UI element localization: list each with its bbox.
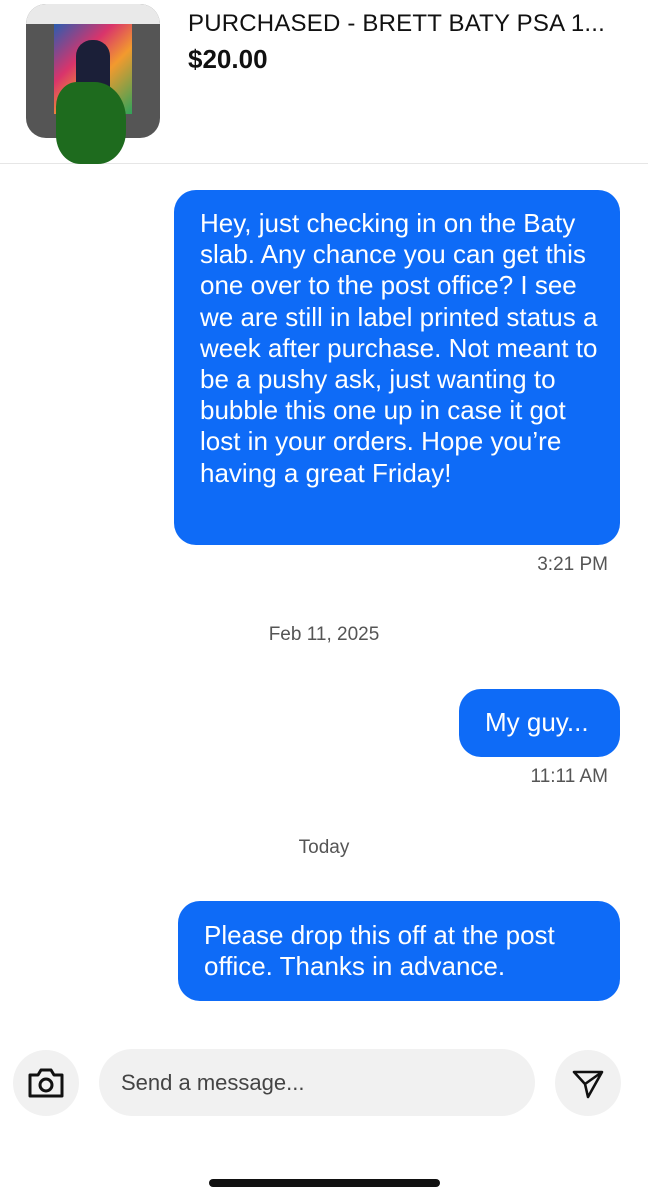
message-time: 11:11 AM: [530, 766, 608, 787]
message-bubble[interactable]: Hey, just checking in on the Baty slab. …: [174, 190, 620, 545]
listing-header[interactable]: PURCHASED - BRETT BATY PSA 1... $20.00: [0, 0, 648, 164]
redaction-scribble: [56, 82, 126, 164]
date-separator: Feb 11, 2025: [268, 624, 380, 645]
home-indicator[interactable]: [209, 1179, 440, 1187]
camera-icon: [28, 1068, 64, 1098]
camera-button[interactable]: [13, 1050, 79, 1116]
message-bubble[interactable]: My guy...: [459, 689, 620, 757]
message-input-field[interactable]: [99, 1049, 535, 1116]
send-button[interactable]: [555, 1050, 621, 1116]
listing-title[interactable]: PURCHASED - BRETT BATY PSA 1...: [188, 10, 605, 38]
listing-price: $20.00: [188, 44, 268, 74]
psa-label: [26, 4, 160, 24]
message-time: 3:21 PM: [537, 554, 608, 575]
send-icon: [572, 1070, 604, 1099]
message-bubble[interactable]: Please drop this off at the post office.…: [178, 901, 620, 1001]
message-input[interactable]: [121, 1069, 513, 1096]
date-separator: Today: [298, 837, 350, 858]
